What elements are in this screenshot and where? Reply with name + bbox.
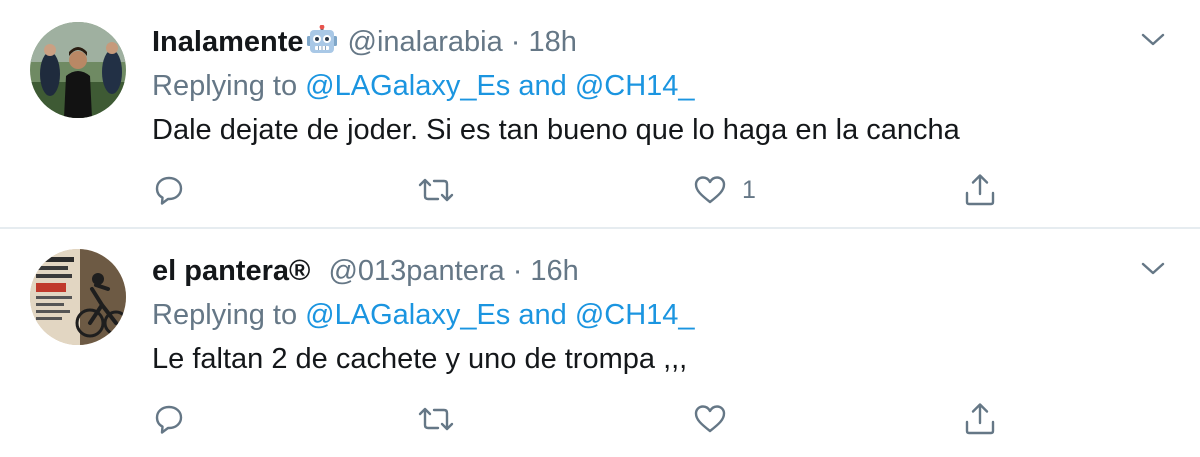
mention-link[interactable]: @CH14_ <box>575 70 695 102</box>
replying-to-line: Replying to @LAGalaxy_Es and @CH14_ <box>152 68 695 104</box>
tweet-text: Dale dejate de joder. Si es tan bueno qu… <box>152 114 960 146</box>
reply-icon <box>152 173 186 207</box>
separator-dot: · <box>512 255 523 287</box>
replying-to-prefix: Replying to <box>152 299 298 331</box>
replying-to-prefix: Replying to <box>152 70 298 102</box>
reply-button[interactable] <box>152 399 186 439</box>
retweet-icon <box>416 402 456 436</box>
retweet-icon <box>416 173 456 207</box>
chevron-down-icon[interactable] <box>1138 30 1168 50</box>
handle[interactable]: @inalarabia <box>348 26 503 58</box>
timestamp[interactable]: 16h <box>530 255 578 287</box>
avatar[interactable] <box>30 22 126 118</box>
retweet-button[interactable] <box>416 170 456 210</box>
tweet-actions: 1 <box>152 170 1012 210</box>
tweet-header: Inalamente @inalarabia · 18h <box>152 24 577 64</box>
mention-link[interactable]: @CH14_ <box>575 299 695 331</box>
replying-and[interactable]: and <box>518 70 566 102</box>
share-icon <box>962 172 998 208</box>
share-button[interactable] <box>962 170 998 210</box>
like-button[interactable] <box>692 399 728 439</box>
display-name[interactable]: Inalamente <box>152 26 304 58</box>
mention-link[interactable]: @LAGalaxy_Es <box>305 70 510 102</box>
timestamp[interactable]: 18h <box>529 26 577 58</box>
like-icon <box>692 173 728 207</box>
avatar-photo-icon <box>30 22 126 118</box>
avatar-poster-icon <box>30 249 126 345</box>
like-count: 1 <box>742 175 756 204</box>
retweet-button[interactable] <box>416 399 456 439</box>
reply-button[interactable] <box>152 170 186 210</box>
chevron-down-icon[interactable] <box>1138 259 1168 279</box>
handle[interactable]: @013pantera <box>328 255 504 287</box>
avatar[interactable] <box>30 249 126 345</box>
tweet[interactable]: Inalamente @inalarabia · 18h Replying to… <box>0 0 1200 229</box>
robot-emoji-icon <box>306 24 338 64</box>
tweet-actions <box>152 399 1012 439</box>
share-button[interactable] <box>962 399 998 439</box>
separator-dot: · <box>510 26 521 58</box>
mention-link[interactable]: @LAGalaxy_Es <box>305 299 510 331</box>
like-icon <box>692 402 728 436</box>
reply-icon <box>152 402 186 436</box>
tweet[interactable]: el pantera® @013pantera · 16h Replying t… <box>0 229 1200 457</box>
display-name[interactable]: el pantera® <box>152 255 310 287</box>
tweet-header: el pantera® @013pantera · 16h <box>152 253 579 289</box>
tweet-text: Le faltan 2 de cachete y uno de trompa ,… <box>152 343 688 375</box>
like-button[interactable]: 1 <box>692 170 756 210</box>
replying-and[interactable]: and <box>518 299 566 331</box>
share-icon <box>962 401 998 437</box>
replying-to-line: Replying to @LAGalaxy_Es and @CH14_ <box>152 297 695 333</box>
